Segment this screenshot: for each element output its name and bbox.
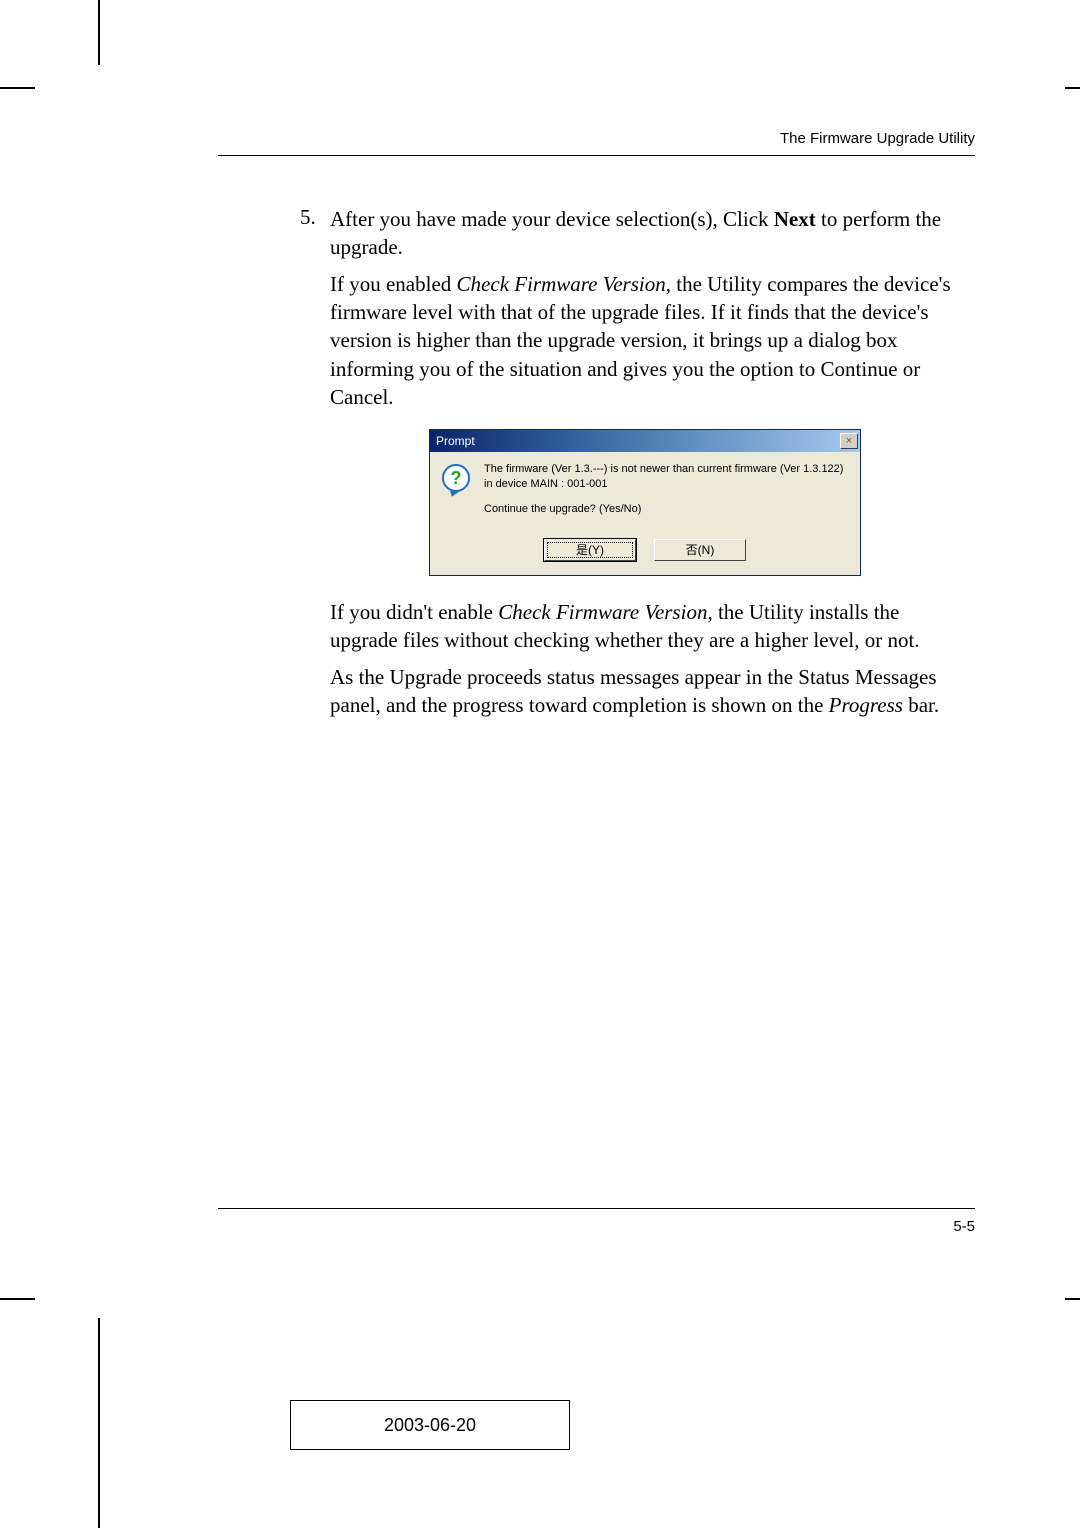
dialog-titlebar: Prompt × <box>430 430 860 452</box>
dialog-message-text: The firmware (Ver 1.3.---) is not newer … <box>484 462 848 517</box>
header-section-title: The Firmware Upgrade Utility <box>780 130 975 147</box>
italic-check-firmware: Check Firmware Version <box>457 272 666 296</box>
text: If you enabled <box>330 272 457 296</box>
crop-mark <box>1065 87 1080 89</box>
bubble-tail <box>447 489 459 499</box>
italic-progress: Progress <box>829 693 903 717</box>
footer-rule <box>218 1208 975 1209</box>
dialog-body: ? The firmware (Ver 1.3.---) is not newe… <box>430 452 860 575</box>
bold-next: Next <box>774 207 816 231</box>
text: bar. <box>903 693 939 717</box>
dialog-button-row: 是(Y) 否(N) <box>442 539 848 561</box>
step-number: 5. <box>300 205 316 230</box>
yes-button-label: 是(Y) <box>576 541 604 558</box>
step-para-1: After you have made your device selectio… <box>330 205 960 262</box>
question-icon: ? <box>442 464 472 494</box>
header-rule <box>218 155 975 156</box>
question-bubble: ? <box>442 464 470 492</box>
close-button[interactable]: × <box>840 433 858 449</box>
yes-button[interactable]: 是(Y) <box>544 539 636 561</box>
question-glyph: ? <box>451 468 462 489</box>
dialog-title: Prompt <box>436 434 840 448</box>
crop-mark <box>0 87 35 89</box>
no-button[interactable]: 否(N) <box>654 539 746 561</box>
text: If you didn't enable <box>330 600 498 624</box>
crop-mark <box>98 0 100 65</box>
dialog-message-row: ? The firmware (Ver 1.3.---) is not newe… <box>442 462 848 517</box>
prompt-dialog: Prompt × ? The firmware (Ver 1.3.---) is… <box>429 429 861 576</box>
close-icon: × <box>846 435 852 447</box>
step-para-3: If you didn't enable Check Firmware Vers… <box>330 598 960 655</box>
dialog-message-line2: Continue the upgrade? (Yes/No) <box>484 502 848 517</box>
crop-mark <box>0 1298 35 1300</box>
crop-mark <box>1065 1298 1080 1300</box>
content-body: 5. After you have made your device selec… <box>330 205 960 727</box>
text: After you have made your device selectio… <box>330 207 774 231</box>
dialog-message-line1: The firmware (Ver 1.3.---) is not newer … <box>484 462 848 492</box>
dialog-screenshot: Prompt × ? The firmware (Ver 1.3.---) is… <box>429 429 861 576</box>
page-number: 5-5 <box>953 1218 975 1235</box>
no-button-label: 否(N) <box>686 541 715 558</box>
italic-check-firmware: Check Firmware Version <box>498 600 707 624</box>
step-para-4: As the Upgrade proceeds status messages … <box>330 663 960 720</box>
crop-mark <box>98 1318 100 1528</box>
date-box: 2003-06-20 <box>290 1400 570 1450</box>
step-para-2: If you enabled Check Firmware Version, t… <box>330 270 960 412</box>
date-text: 2003-06-20 <box>384 1415 476 1436</box>
